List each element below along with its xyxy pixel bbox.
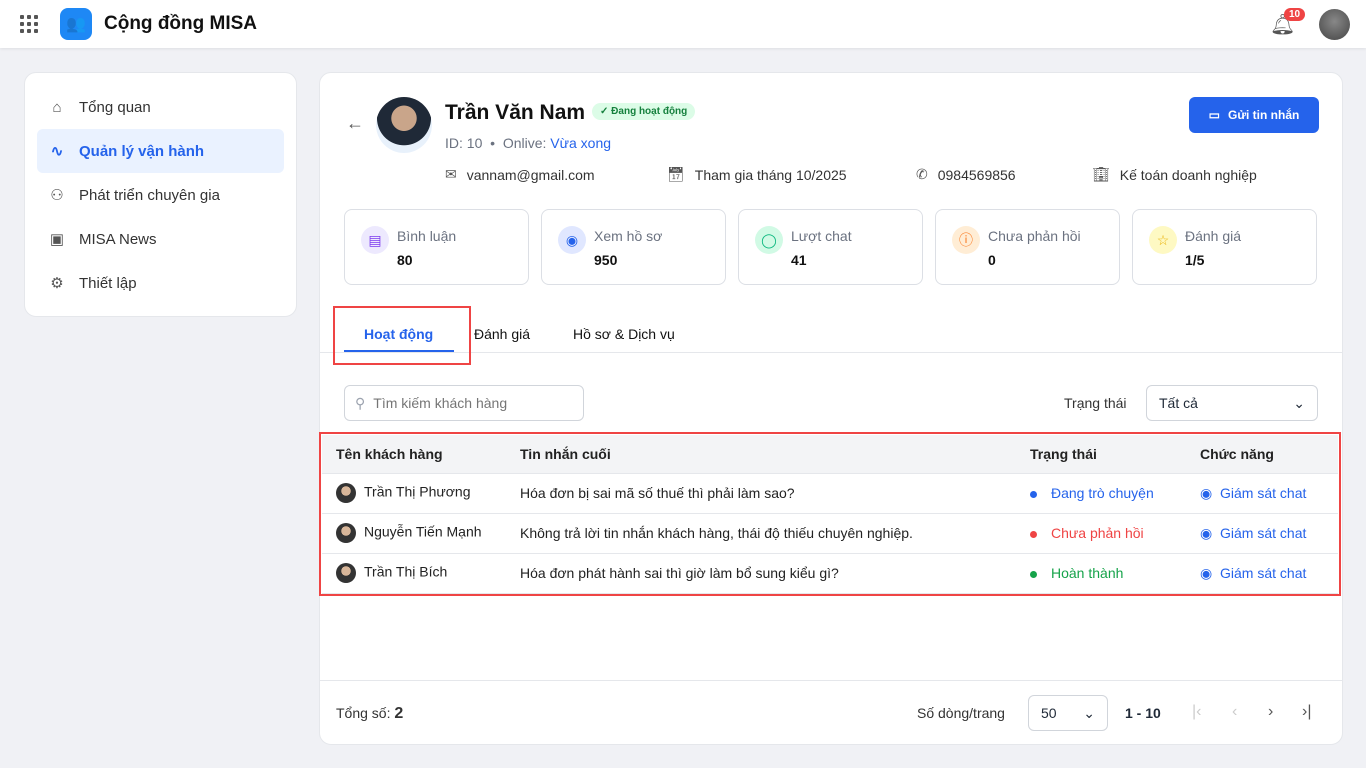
email-info: ✉ vannam@gmail.com [445, 166, 595, 183]
stat-card-views: ◉ Xem hồ sơ 950 [541, 209, 726, 285]
back-arrow-icon[interactable]: ← [346, 113, 364, 134]
stat-card-comments: ▤ Bình luận 80 [344, 209, 529, 285]
sidebar-item-label: Phát triển chuyên gia [79, 186, 220, 204]
status-badge: ✓ Đang hoạt động [592, 103, 696, 120]
rows-per-page-select[interactable]: 50 ⌄ [1028, 695, 1108, 731]
home-icon: ⌂ [52, 98, 62, 116]
star-icon: ☆ [1149, 226, 1177, 254]
phone-text: 0984569856 [937, 166, 1016, 183]
email-text: vannam@gmail.com [466, 166, 595, 183]
sidebar-item-label: MISA News [79, 230, 157, 248]
calendar-icon: 📅︎ [667, 166, 685, 182]
comment-icon: ▤ [361, 226, 389, 254]
phone-icon: ✆ [916, 166, 928, 182]
tab-reviews[interactable]: Đánh giá [474, 326, 530, 342]
tab-bar: Hoạt động Đánh giá Hồ sơ & Dịch vụ [320, 306, 1342, 353]
sidebar: ⌂ Tổng quan ∿ Quản lý vận hành ⚇ Phát triển… [24, 72, 297, 317]
sidebar-item-overview[interactable]: ⌂ Tổng quan [37, 85, 284, 129]
chevron-down-icon: ⌄ [1293, 394, 1305, 411]
search-box[interactable]: ⚲ [344, 385, 584, 421]
activity-icon: ∿ [50, 143, 64, 160]
sidebar-item-label: Tổng quan [79, 98, 151, 116]
status-filter-label: Trạng thái [1064, 395, 1127, 411]
community-logo-icon: 👥 [60, 8, 92, 40]
total-label: Tổng số: [336, 705, 391, 721]
news-icon: ▣ [49, 231, 65, 248]
job-info: 🏢︎ Kế toán doanh nghiệp [1092, 166, 1257, 183]
profile-meta: ID: 10 • Onlive: Vừa xong [445, 135, 612, 151]
sidebar-item-experts[interactable]: ⚇ Phát triển chuyên gia [37, 173, 284, 217]
message-icon: ▭ [1208, 108, 1220, 122]
send-message-button[interactable]: ▭ Gửi tin nhắn [1189, 97, 1319, 133]
sidebar-item-label: Quản lý vận hành [79, 142, 205, 160]
stat-label: Đánh giá [1185, 228, 1242, 244]
stats-row: ▤ Bình luận 80 ◉ Xem hồ sơ 950 ◯ Lượt chat 41 … [344, 209, 1317, 285]
tab-profile-services[interactable]: Hồ sơ & Dịch vụ [573, 326, 675, 342]
last-page-icon[interactable]: ›| [1302, 703, 1311, 721]
stat-label: Lượt chat [791, 228, 852, 244]
mail-icon: ✉ [445, 166, 457, 182]
profile-id: ID: 10 [445, 135, 483, 151]
rows-per-page-value: 50 [1041, 705, 1057, 721]
total-count: Tổng số: 2 [336, 705, 403, 723]
stat-value: 41 [791, 252, 807, 268]
top-bar: 👥 Cộng đồng MISA 🔔︎ 10 [0, 0, 1366, 48]
alert-icon: ⓘ [952, 226, 980, 254]
send-label: Gửi tin nhắn [1227, 108, 1300, 122]
users-icon: ⚇ [50, 187, 64, 204]
stat-value: 950 [594, 252, 618, 268]
chevron-down-icon: ⌄ [1083, 704, 1095, 721]
prev-page-icon[interactable]: ‹ [1232, 703, 1237, 721]
user-avatar[interactable] [1319, 9, 1350, 40]
main-panel: ← Trần Văn Nam ✓ Đang hoạt động ID: 10 •… [319, 72, 1343, 745]
page-range: 1 - 10 [1125, 705, 1161, 721]
stat-card-chats: ◯ Lượt chat 41 [738, 209, 923, 285]
stat-card-unanswered: ⓘ Chưa phản hồi 0 [935, 209, 1120, 285]
app-title: Cộng đồng MISA [104, 13, 258, 34]
sidebar-item-operations[interactable]: ∿ Quản lý vận hành [37, 129, 284, 173]
app-grid-icon[interactable] [20, 15, 38, 33]
joined-info: 📅︎ Tham gia tháng 10/2025 [667, 166, 847, 183]
first-page-icon[interactable]: |‹ [1192, 703, 1201, 721]
sidebar-item-label: Thiết lập [79, 274, 137, 292]
stat-label: Bình luận [397, 228, 457, 244]
rows-per-page-label: Số dòng/trang [917, 705, 1005, 721]
status-text: Đang hoạt động [611, 106, 688, 117]
chat-icon: ◯ [755, 226, 783, 254]
highlight-box [319, 432, 1341, 596]
stat-value: 80 [397, 252, 413, 268]
joined-text: Tham gia tháng 10/2025 [694, 166, 847, 183]
notification-badge: 10 [1284, 8, 1306, 21]
phone-info: ✆ 0984569856 [916, 166, 1016, 183]
search-icon: ⚲ [355, 394, 366, 411]
profile-avatar [376, 97, 432, 153]
highlight-box [333, 306, 471, 365]
online-value: Vừa xong [550, 135, 612, 151]
online-label: Onlive: [502, 135, 547, 151]
total-value: 2 [394, 705, 404, 722]
pagination-footer: Tổng số: 2 Số dòng/trang 50 ⌄ 1 - 10 |‹ ‹… [320, 680, 1342, 744]
next-page-icon[interactable]: › [1268, 703, 1273, 721]
stat-label: Xem hồ sơ [594, 228, 663, 244]
sidebar-item-settings[interactable]: ⚙ Thiết lập [37, 261, 284, 305]
status-filter-value: Tất cả [1159, 395, 1198, 411]
stat-value: 0 [988, 252, 996, 268]
stat-label: Chưa phản hồi [988, 228, 1081, 244]
eye-icon: ◉ [558, 226, 586, 254]
sidebar-item-news[interactable]: ▣ MISA News [37, 217, 284, 261]
status-filter-select[interactable]: Tất cả ⌄ [1146, 385, 1318, 421]
job-text: Kế toán doanh nghiệp [1119, 166, 1257, 183]
profile-name: Trần Văn Nam [445, 101, 586, 124]
stat-card-rating: ☆ Đánh giá 1/5 [1132, 209, 1317, 285]
search-input[interactable] [373, 395, 574, 411]
gear-icon: ⚙ [50, 275, 64, 292]
building-icon: 🏢︎ [1092, 166, 1110, 182]
stat-value: 1/5 [1185, 252, 1205, 268]
